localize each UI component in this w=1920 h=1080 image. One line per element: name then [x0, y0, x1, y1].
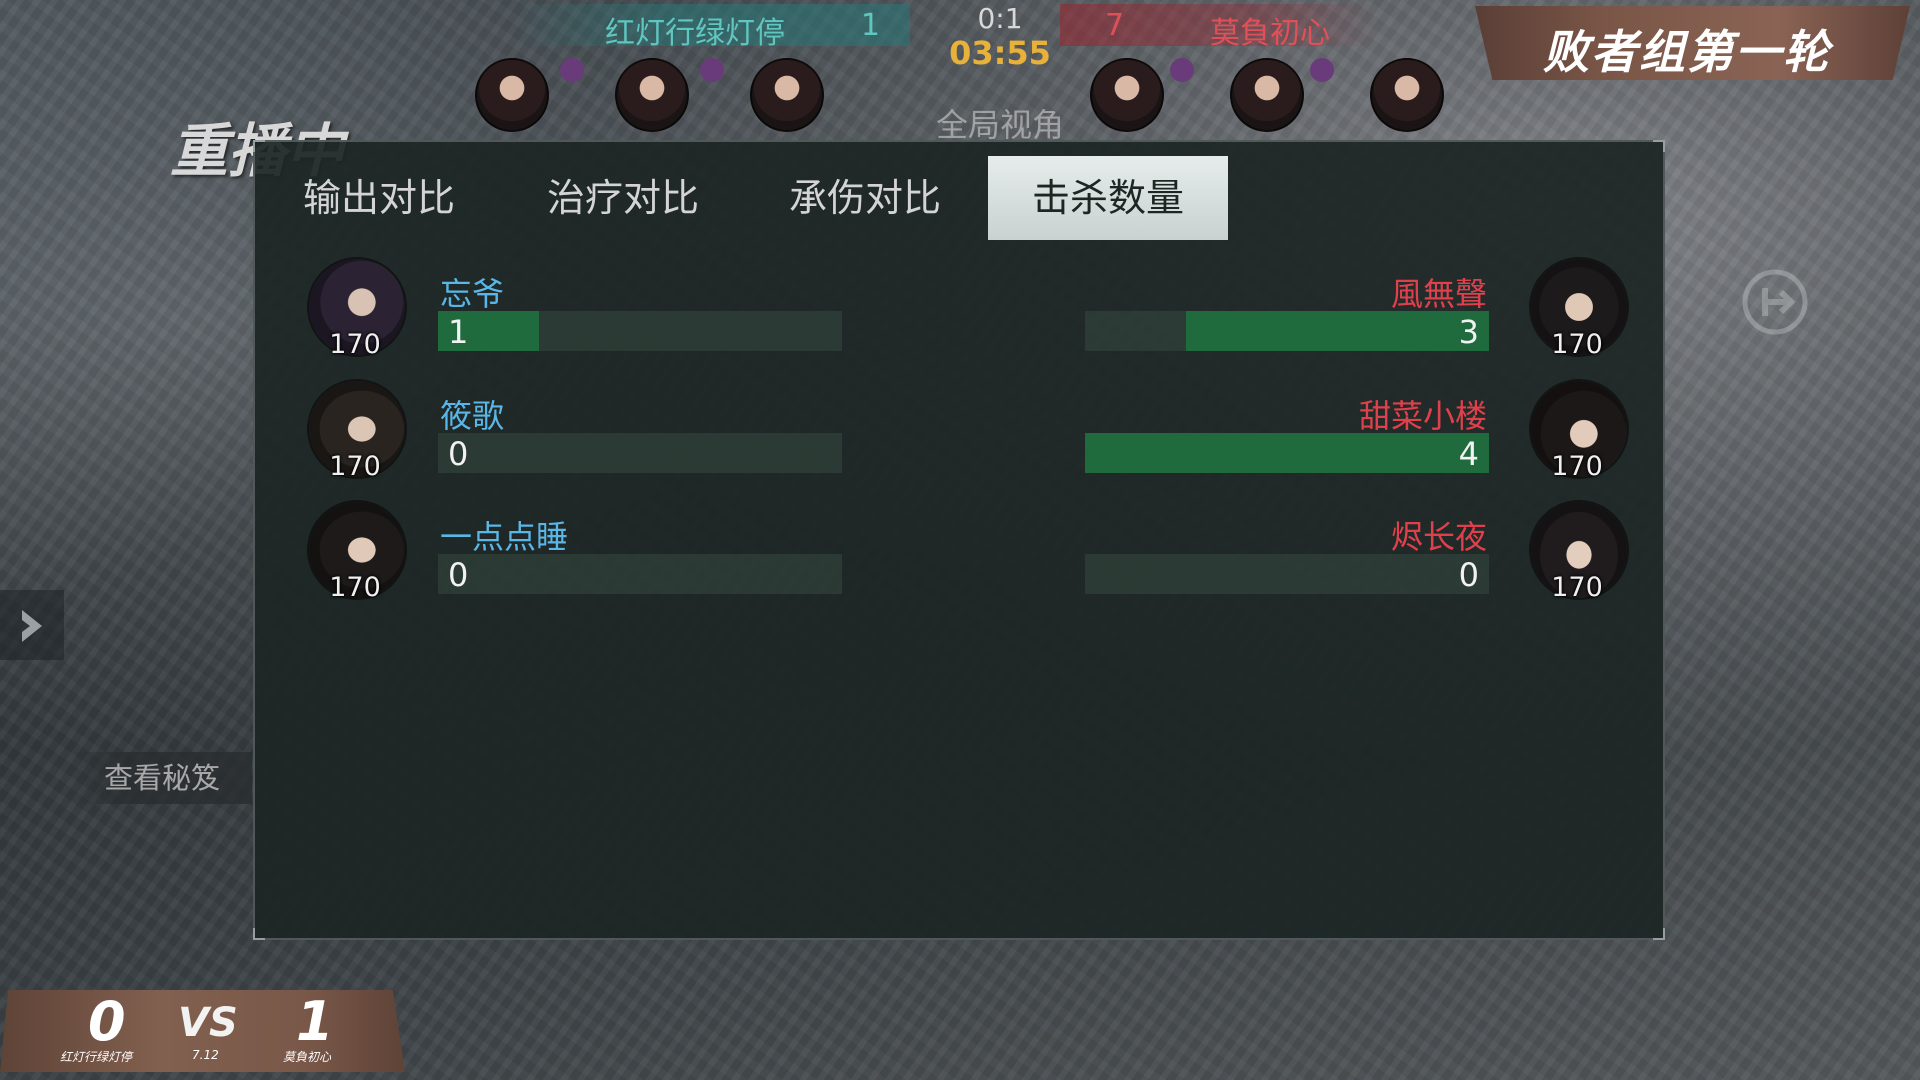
tab-healing[interactable]: 治疗对比 [503, 156, 743, 240]
player-level: 170 [1551, 451, 1603, 482]
left-stat-bar: 1 [438, 311, 842, 351]
top-scoreboard: 红灯行绿灯停 1 0:1 03:55 全局视角 7 莫負初心 [420, 0, 1480, 144]
stat-bar-fill [1186, 311, 1489, 351]
mini-avatar[interactable] [615, 58, 689, 132]
buff-icon [1170, 58, 1194, 82]
player-level: 170 [329, 572, 381, 603]
series-right-team: 莫負初心 [283, 1050, 332, 1064]
exit-icon[interactable] [1735, 262, 1815, 342]
match-score: 0:1 [977, 2, 1023, 35]
mini-avatar[interactable] [1230, 58, 1304, 132]
mini-avatar[interactable] [475, 58, 549, 132]
series-date: 7.12 [192, 1048, 219, 1062]
left-stat-bar: 0 [438, 433, 842, 473]
view-secret-manual-button[interactable]: 查看秘笈 [72, 752, 252, 804]
series-vs: VS [178, 1000, 238, 1046]
chevron-right-icon [22, 610, 42, 642]
left-player-name: 一点点睡 [440, 518, 569, 556]
panel-corner [1653, 928, 1665, 940]
buff-icon [560, 58, 584, 82]
player-row: 170 筱歌 0 甜菜小楼 4 170 [255, 379, 1663, 489]
stat-value: 1 [448, 313, 469, 351]
expand-side-button[interactable] [0, 590, 64, 660]
player-row: 170 忘爷 1 風無聲 3 170 [255, 257, 1663, 367]
stat-bar-fill [1085, 433, 1489, 473]
right-player-name: 甜菜小楼 [1358, 397, 1487, 435]
player-row: 170 一点点睡 0 烬长夜 0 170 [255, 500, 1663, 610]
left-team-score: 1 [860, 8, 880, 43]
right-stat-bar: 0 [1085, 554, 1489, 594]
mini-avatar[interactable] [1370, 58, 1444, 132]
tab-damage[interactable]: 输出对比 [259, 156, 499, 240]
right-team-header: 7 莫負初心 [1060, 4, 1380, 51]
left-team-name: 红灯行绿灯停 [605, 16, 785, 51]
mini-avatar[interactable] [1090, 58, 1164, 132]
round-banner: 败者组第一轮 [1475, 6, 1910, 80]
series-left-score: 0 [88, 990, 126, 1053]
series-right-score: 1 [296, 990, 334, 1053]
player-level: 170 [329, 329, 381, 360]
right-player-name: 風無聲 [1390, 275, 1487, 313]
tab-damage-taken[interactable]: 承伤对比 [745, 156, 985, 240]
right-stat-bar: 4 [1085, 433, 1489, 473]
series-left-team: 红灯行绿灯停 [60, 1050, 133, 1064]
left-stat-bar: 0 [438, 554, 842, 594]
stat-value: 4 [1458, 435, 1479, 473]
round-title: 败者组第一轮 [1543, 25, 1831, 79]
player-level: 170 [329, 451, 381, 482]
right-team-score: 7 [1105, 8, 1125, 43]
player-level: 170 [1551, 572, 1603, 603]
right-stat-bar: 3 [1085, 311, 1489, 351]
tab-kills[interactable]: 击杀数量 [988, 156, 1228, 240]
player-level: 170 [1551, 329, 1603, 360]
series-score: 0 VS 1 红灯行绿灯停 7.12 莫負初心 [0, 990, 405, 1072]
right-player-name: 烬长夜 [1390, 518, 1487, 556]
stats-panel: 输出对比 治疗对比 承伤对比 击杀数量 170 忘爷 1 風無聲 3 170 1… [253, 140, 1665, 940]
mini-avatar[interactable] [750, 58, 824, 132]
stat-value: 0 [448, 556, 469, 594]
buff-icon [700, 58, 724, 82]
left-player-name: 忘爷 [440, 275, 505, 313]
left-team-header: 红灯行绿灯停 1 [510, 4, 910, 51]
panel-corner [253, 928, 265, 940]
buff-icon [1310, 58, 1334, 82]
stat-value: 3 [1458, 313, 1479, 351]
right-team-name: 莫負初心 [1210, 16, 1330, 51]
stat-value: 0 [448, 435, 469, 473]
stats-tabs: 输出对比 治疗对比 承伤对比 击杀数量 [255, 142, 1663, 240]
left-player-name: 筱歌 [440, 397, 505, 435]
stat-value: 0 [1458, 556, 1479, 594]
